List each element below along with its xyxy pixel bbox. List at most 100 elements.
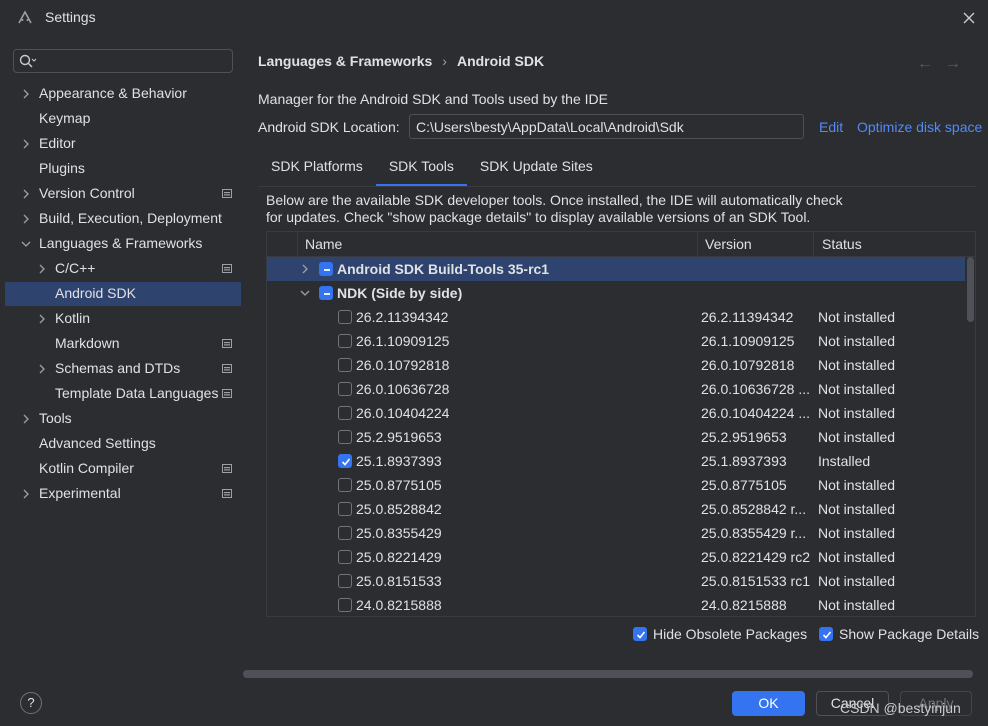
package-checkbox[interactable] — [338, 382, 352, 396]
package-checkbox[interactable] — [319, 286, 333, 300]
table-row[interactable]: 25.0.8355429 25.0.8355429 r... Not install… — [267, 521, 965, 545]
sidebar-item-kotlin-compiler[interactable]: Kotlin Compiler — [5, 457, 241, 481]
table-row[interactable]: 25.0.8775105 25.0.8775105 Not installed — [267, 473, 965, 497]
table-row[interactable]: Android SDK Build-Tools 35-rc1 — [267, 257, 965, 281]
sidebar-item-experimental[interactable]: Experimental — [5, 482, 241, 506]
package-checkbox[interactable] — [338, 310, 352, 324]
sidebar-item-editor[interactable]: Editor — [5, 132, 241, 156]
table-row[interactable]: 26.2.11394342 26.2.11394342 Not installed — [267, 305, 965, 329]
sidebar-item-label: Plugins — [39, 160, 85, 176]
package-checkbox[interactable] — [338, 550, 352, 564]
chevron-right-icon[interactable] — [21, 489, 31, 499]
breadcrumb-parent[interactable]: Languages & Frameworks — [258, 53, 432, 69]
chevron-right-icon[interactable] — [300, 264, 310, 274]
package-version: 26.0.10792818 — [701, 357, 795, 373]
table-row[interactable]: 25.0.8221429 25.0.8221429 rc2 Not installe… — [267, 545, 965, 569]
table-row[interactable]: 26.0.10792818 26.0.10792818 Not installed — [267, 353, 965, 377]
chevron-down-icon[interactable] — [300, 288, 310, 298]
package-checkbox[interactable] — [338, 502, 352, 516]
package-checkbox[interactable] — [338, 598, 352, 612]
show-details-option[interactable]: Show Package Details — [819, 626, 979, 642]
package-checkbox[interactable] — [338, 526, 352, 540]
package-checkbox[interactable] — [338, 454, 352, 468]
tab-sdk-update-sites[interactable]: SDK Update Sites — [467, 150, 606, 187]
table-vertical-scrollbar[interactable] — [967, 257, 974, 322]
sidebar-item-kotlin[interactable]: Kotlin — [5, 307, 241, 331]
package-checkbox[interactable] — [338, 478, 352, 492]
sidebar-item-keymap[interactable]: Keymap — [5, 107, 241, 131]
sidebar-item-build-execution-deployment[interactable]: Build, Execution, Deployment — [5, 207, 241, 231]
sidebar-item-advanced-settings[interactable]: Advanced Settings — [5, 432, 241, 456]
chevron-right-icon[interactable] — [37, 364, 47, 374]
package-checkbox[interactable] — [338, 358, 352, 372]
hide-obsolete-checkbox[interactable] — [633, 627, 647, 641]
sidebar-item-template-data-languages[interactable]: Template Data Languages — [5, 382, 241, 406]
package-checkbox[interactable] — [338, 406, 352, 420]
sidebar-item-tools[interactable]: Tools — [5, 407, 241, 431]
project-settings-icon — [222, 489, 232, 498]
sidebar-item-schemas-and-dtds[interactable]: Schemas and DTDs — [5, 357, 241, 381]
chevron-right-icon[interactable] — [21, 414, 31, 424]
sidebar-item-appearance-behavior[interactable]: Appearance & Behavior — [5, 82, 241, 106]
show-details-label: Show Package Details — [839, 626, 980, 642]
package-checkbox[interactable] — [338, 334, 352, 348]
package-status: Not installed — [818, 477, 896, 493]
sidebar-item-c-c[interactable]: C/C++ — [5, 257, 241, 281]
forward-arrow-icon[interactable]: → — [945, 55, 961, 73]
sidebar-item-android-sdk[interactable]: Android SDK — [5, 282, 241, 306]
search-input[interactable] — [44, 52, 229, 70]
sidebar-item-plugins[interactable]: Plugins — [5, 157, 241, 181]
sidebar-item-version-control[interactable]: Version Control — [5, 182, 241, 206]
edit-link[interactable]: Edit — [819, 119, 843, 135]
project-settings-icon — [222, 464, 232, 473]
sidebar-item-label: Keymap — [39, 110, 91, 126]
package-name: 25.0.8151533 — [356, 573, 442, 589]
chevron-down-icon[interactable] — [21, 239, 31, 249]
close-icon[interactable] — [961, 10, 977, 26]
package-status: Not installed — [818, 501, 896, 517]
table-row[interactable]: 25.0.8151533 25.0.8151533 rc1 Not installe… — [267, 569, 965, 593]
package-checkbox[interactable] — [338, 430, 352, 444]
chevron-right-icon[interactable] — [21, 139, 31, 149]
package-name: 26.2.11394342 — [356, 309, 449, 325]
settings-search[interactable] — [13, 49, 233, 73]
history-nav: ← → — [917, 55, 961, 73]
tab-sdk-platforms[interactable]: SDK Platforms — [258, 150, 376, 187]
chevron-right-icon[interactable] — [21, 189, 31, 199]
ok-button[interactable]: OK — [732, 691, 805, 716]
table-row[interactable]: 25.0.8528842 25.0.8528842 r... Not install… — [267, 497, 965, 521]
optimize-disk-space-link[interactable]: Optimize disk space — [857, 119, 982, 135]
sdk-location-field[interactable] — [409, 114, 804, 139]
package-checkbox[interactable] — [319, 262, 333, 276]
package-name: 25.0.8775105 — [356, 477, 442, 493]
table-row[interactable]: NDK (Side by side) — [267, 281, 965, 305]
table-row[interactable]: 26.1.10909125 26.1.10909125 Not installed — [267, 329, 965, 353]
package-status: Not installed — [818, 405, 896, 421]
column-header-version[interactable]: Version — [705, 236, 752, 252]
column-header-status[interactable]: Status — [822, 236, 862, 252]
table-row[interactable]: 25.1.8937393 25.1.8937393 Installed — [267, 449, 965, 473]
hide-obsolete-option[interactable]: Hide Obsolete Packages — [633, 626, 807, 642]
table-row[interactable]: 24.0.8215888 24.0.8215888 Not installed — [267, 593, 965, 616]
sidebar-item-label: C/C++ — [55, 260, 96, 276]
table-row[interactable]: 26.0.10404224 26.0.10404224 ... Not instal… — [267, 401, 965, 425]
package-status: Not installed — [818, 525, 896, 541]
package-version: 25.0.8775105 — [701, 477, 787, 493]
tab-divider — [258, 186, 976, 187]
table-row[interactable]: 25.2.9519653 25.2.9519653 Not installed — [267, 425, 965, 449]
help-button[interactable]: ? — [20, 692, 42, 714]
chevron-right-icon[interactable] — [37, 264, 47, 274]
horizontal-scrollbar[interactable] — [243, 670, 973, 678]
sidebar-item-markdown[interactable]: Markdown — [5, 332, 241, 356]
project-settings-icon — [222, 364, 232, 373]
sidebar-item-languages-frameworks[interactable]: Languages & Frameworks — [5, 232, 241, 256]
package-checkbox[interactable] — [338, 574, 352, 588]
back-arrow-icon[interactable]: ← — [917, 55, 933, 73]
chevron-right-icon[interactable] — [21, 214, 31, 224]
show-details-checkbox[interactable] — [819, 627, 833, 641]
tab-sdk-tools[interactable]: SDK Tools — [375, 150, 468, 187]
table-row[interactable]: 26.0.10636728 26.0.10636728 ... Not instal… — [267, 377, 965, 401]
chevron-right-icon[interactable] — [37, 314, 47, 324]
chevron-right-icon[interactable] — [21, 89, 31, 99]
column-header-name[interactable]: Name — [305, 236, 342, 252]
